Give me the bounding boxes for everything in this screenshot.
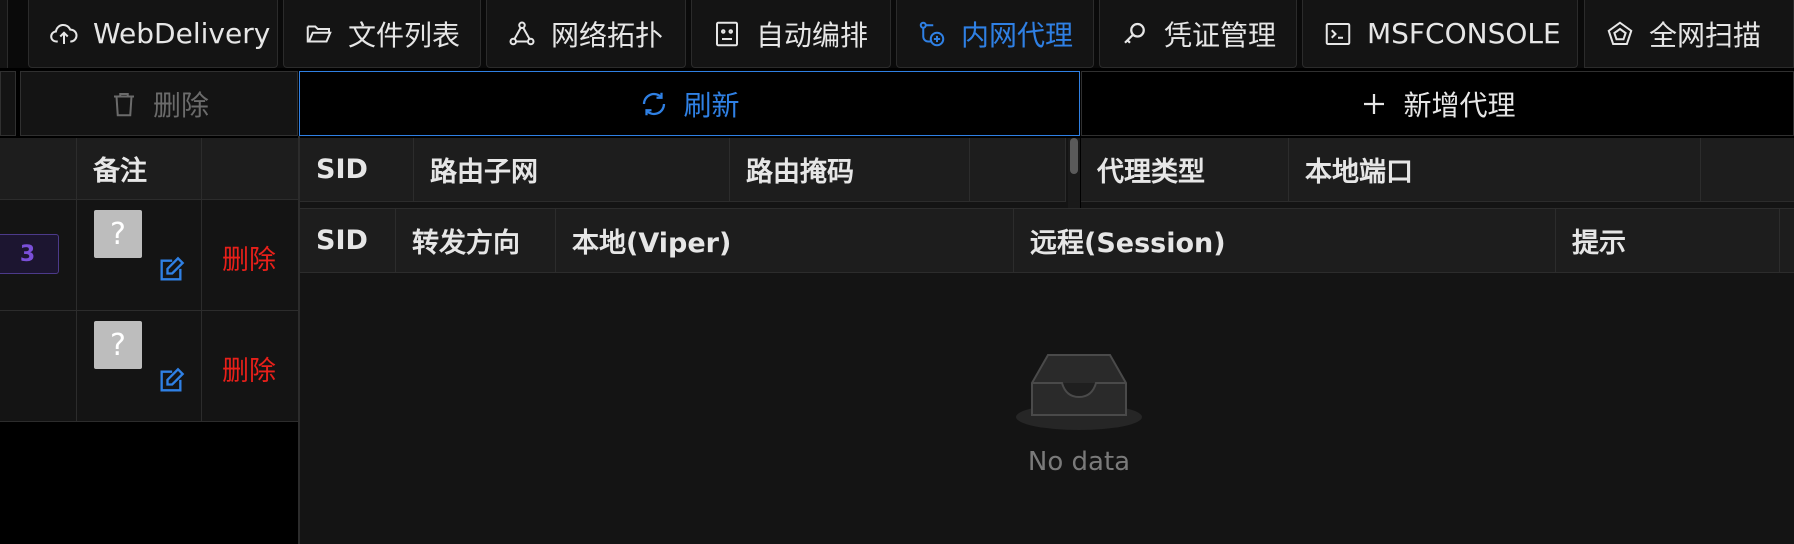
portfwd-table: SID 转发方向 本地(Viper) 远程(Session) 提示 No dat… [300,208,1794,544]
edit-icon[interactable] [157,256,185,284]
proxy-node-icon [919,21,945,46]
route-header-subnet: 路由子网 [414,138,730,202]
tab-label: MSFCONSOLE [1367,17,1561,50]
trash-icon [113,92,134,116]
left-edge-button-stub[interactable] [0,71,16,136]
tab-label: 内网代理 [961,18,1074,52]
tab-network-topology[interactable]: 网络拓扑 [486,0,686,68]
route-header-action [970,138,1066,202]
delete-button-label: 删除 [152,88,209,122]
session-table-header-cut [0,138,77,200]
tab-credential-management[interactable]: 凭证管理 [1099,0,1297,68]
portfwd-header-extra [1780,209,1794,273]
add-proxy-button-label: 新增代理 [1403,88,1516,122]
proxy-header-type: 代理类型 [1081,138,1289,202]
tab-label: 自动编排 [756,18,869,52]
tab-label: 全网扫描 [1649,18,1762,52]
action-cell: 删除 [202,200,299,311]
tab-webdelivery[interactable]: WebDelivery [28,0,278,68]
tab-label: WebDelivery [93,17,271,50]
tab-auto-orchestration[interactable]: 自动编排 [691,0,891,68]
table-row [0,311,77,422]
tab-label: 网络拓扑 [551,18,664,52]
plus-icon [1364,93,1385,114]
note-placeholder: ? [94,210,142,258]
edit-icon[interactable] [157,367,185,395]
route-header-sid: SID [300,138,414,202]
add-proxy-button[interactable]: 新增代理 [1081,71,1794,136]
note-cell: ? [77,200,202,311]
portfwd-header-remote: 远程(Session) [1014,209,1556,273]
route-header-mask: 路由掩码 [730,138,970,202]
tab-bar: WebDelivery 文件列表 网络拓扑 自动编排 内网代理 凭证管理 MSF… [0,0,1794,68]
note-cell: ? [77,311,202,422]
proxy-header-local-port: 本地端口 [1289,138,1701,202]
session-table-header-note: 备注 [77,138,202,200]
terminal-icon [1325,22,1351,45]
tab-label: 凭证管理 [1164,18,1277,52]
delete-link[interactable]: 删除 [222,238,276,277]
proxy-header-action [1701,138,1794,202]
session-table: 备注 3 ? 删除 ? 删除 [0,138,299,422]
refresh-button[interactable]: 刷新 [299,71,1080,136]
cloud-upload-icon [50,23,78,44]
tab-msfconsole[interactable]: MSFCONSOLE [1302,0,1578,68]
table-row: 3 [0,200,77,311]
session-badge: 3 [0,234,59,274]
route-table: SID 路由子网 路由掩码 [300,138,1080,208]
tab-full-network-scan[interactable]: 全网扫描 [1584,0,1794,68]
key-icon [1124,22,1145,44]
note-placeholder: ? [94,321,142,369]
portfwd-header-local: 本地(Viper) [556,209,1014,273]
proxy-table: 代理类型 本地端口 [1081,138,1794,208]
tab-intranet-proxy[interactable]: 内网代理 [896,0,1094,68]
scrollbar-thumb[interactable] [1070,138,1078,174]
portfwd-header-sid: SID [300,209,396,273]
empty-inbox-icon [1016,354,1142,430]
folder-open-icon [306,25,332,42]
session-table-header-action [202,138,299,200]
tab-label: 文件列表 [348,18,461,52]
refresh-button-label: 刷新 [683,88,740,122]
empty-text: No data [1027,447,1131,477]
tab-file-list[interactable]: 文件列表 [283,0,481,68]
route-table-scrollbar[interactable] [1068,138,1080,208]
portfwd-header-direction: 转发方向 [396,209,556,273]
action-cell: 删除 [202,311,299,422]
robot-icon [716,21,738,46]
portfwd-header-hint: 提示 [1556,209,1780,273]
network-topology-icon [509,20,535,45]
tab-edge-stub[interactable] [0,0,8,68]
delete-button[interactable]: 删除 [20,71,298,136]
radar-scan-icon [1607,21,1633,45]
delete-link[interactable]: 删除 [222,349,276,388]
sync-icon [643,92,666,115]
